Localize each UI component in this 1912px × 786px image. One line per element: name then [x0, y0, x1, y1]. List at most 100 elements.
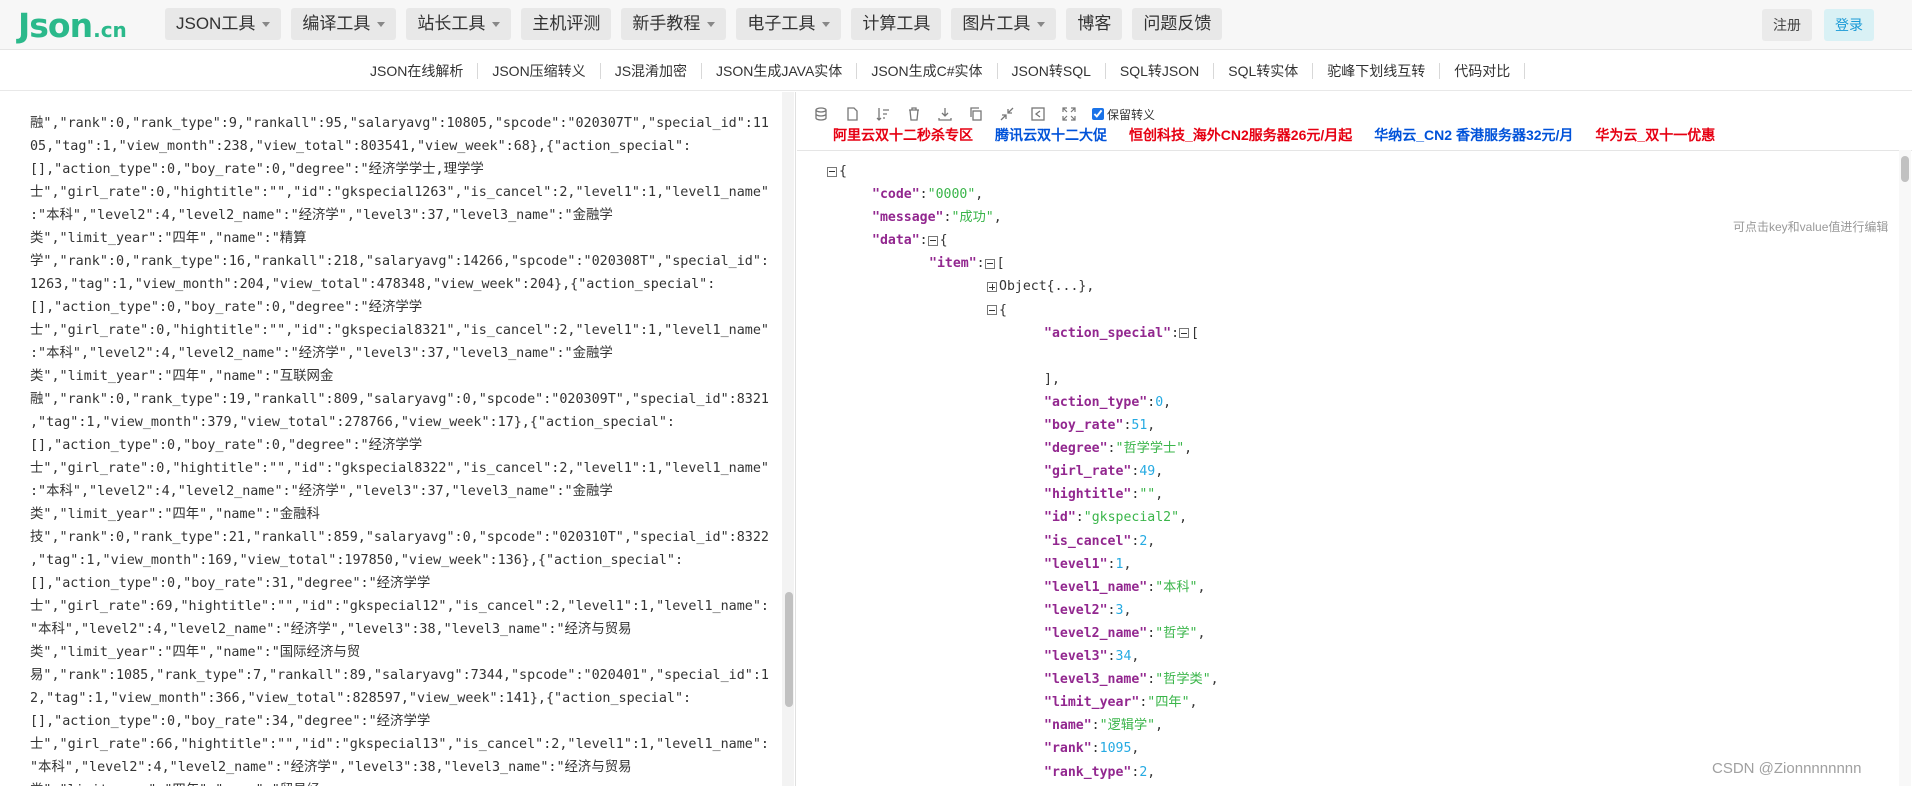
tree-key[interactable]: rank [1052, 737, 1084, 760]
tree-value[interactable]: 四年 [1155, 691, 1181, 714]
raw-json-line: 士","girl_rate":0,"hightitle":"","id":"gk… [30, 323, 769, 338]
ad-link[interactable]: 华为云_双十一优惠 [1595, 126, 1715, 144]
tree-value[interactable]: 3 [1116, 599, 1124, 622]
ad-link[interactable]: 阿里云双十二秒杀专区 [833, 126, 973, 144]
database-icon[interactable] [813, 106, 829, 122]
collapsed-object[interactable]: Object{...} [999, 275, 1086, 298]
trash-icon[interactable] [906, 106, 922, 122]
compress-icon[interactable] [999, 106, 1015, 122]
tree-value[interactable]: 1 [1116, 553, 1124, 576]
tree-value[interactable]: 逻辑学 [1108, 714, 1148, 737]
sort-icon[interactable] [875, 106, 891, 122]
tree-key[interactable]: is_cancel [1052, 530, 1123, 553]
nav-item[interactable]: 图片工具 [951, 8, 1057, 40]
nav-item[interactable]: JSON工具 [165, 8, 282, 40]
register-button[interactable]: 注册 [1762, 9, 1812, 41]
tree-key[interactable]: level1 [1052, 553, 1100, 576]
subnav-link[interactable]: JSON生成JAVA实体 [702, 63, 858, 79]
subnav-link[interactable]: JSON转SQL [998, 63, 1106, 79]
subnav-link[interactable]: SQL转JSON [1106, 63, 1215, 79]
tree-value[interactable]: 0000 [936, 183, 968, 206]
tree-key[interactable]: name [1052, 714, 1084, 737]
tree-value[interactable]: 2 [1139, 530, 1147, 553]
tree-key[interactable]: level2_name [1052, 622, 1139, 645]
tree-value[interactable]: 1095 [1100, 737, 1132, 760]
tree-value[interactable]: 34 [1116, 645, 1132, 668]
login-button[interactable]: 登录 [1824, 9, 1874, 41]
collapse-icon[interactable] [927, 235, 938, 246]
tree-key[interactable]: girl_rate [1052, 460, 1123, 483]
punctuation: , [1147, 533, 1156, 549]
tree-value[interactable]: 49 [1139, 460, 1155, 483]
subnav-link[interactable]: 代码对比 [1440, 63, 1526, 79]
site-logo[interactable]: Json .cn [18, 6, 127, 45]
fullscreen-icon[interactable] [1061, 106, 1077, 122]
keep-escape-checkbox[interactable] [1092, 108, 1104, 120]
subnav-link[interactable]: JSON在线解析 [356, 63, 479, 79]
tree-value[interactable]: 哲学类 [1163, 668, 1203, 691]
tree-value[interactable]: 0 [1155, 391, 1163, 414]
tree-value[interactable]: gkspecial2 [1092, 506, 1171, 529]
tree-key[interactable]: level3_name [1052, 668, 1139, 691]
tree-key[interactable]: action_special [1052, 322, 1163, 345]
ad-link[interactable]: 恒创科技_海外CN2服务器26元/月起 [1129, 126, 1352, 144]
subnav-link[interactable]: JS混淆加密 [601, 63, 703, 79]
nav-item[interactable]: 电子工具 [736, 8, 842, 40]
tree-key[interactable]: id [1052, 506, 1068, 529]
collapse-icon[interactable] [984, 258, 995, 269]
nav-item[interactable]: 问题反馈 [1132, 8, 1223, 40]
file-icon[interactable] [844, 106, 860, 122]
keep-escape-toggle[interactable]: 保留转义 [1092, 106, 1155, 123]
punctuation: { [939, 233, 948, 249]
nav-item[interactable]: 新手教程 [621, 8, 727, 40]
nav-item[interactable]: 站长工具 [406, 8, 512, 40]
tree-key[interactable]: code [880, 183, 912, 206]
punctuation: " [1044, 579, 1052, 595]
tree-key[interactable]: rank_type [1052, 761, 1123, 784]
punctuation: " [1147, 718, 1156, 734]
tree-value[interactable]: 成功 [959, 206, 985, 229]
punctuation: " [929, 256, 937, 272]
punctuation: , [1197, 579, 1206, 595]
tree-value[interactable]: 哲学 [1163, 622, 1189, 645]
subnav-link[interactable]: 驼峰下划线互转 [1313, 63, 1441, 79]
punctuation: : [1131, 464, 1140, 480]
punctuation: " [872, 210, 880, 226]
tree-value[interactable]: 51 [1131, 414, 1147, 437]
collapse-icon[interactable] [1179, 328, 1190, 339]
tree-value[interactable]: 2 [1139, 761, 1147, 784]
tree-key[interactable]: item [937, 252, 969, 275]
tree-value[interactable]: 本科 [1163, 576, 1189, 599]
collapse-icon[interactable] [827, 166, 837, 177]
subnav-link[interactable]: JSON压缩转义 [478, 63, 601, 79]
nav-item[interactable]: 主机评测 [521, 8, 612, 40]
raw-json-text[interactable]: 融","rank":0,"rank_type":9,"rankall":95,"… [30, 112, 770, 786]
raw-json-editor[interactable]: 融","rank":0,"rank_type":9,"rankall":95,"… [0, 92, 796, 786]
right-scrollbar-thumb[interactable] [1901, 156, 1909, 182]
tree-key[interactable]: boy_rate [1052, 414, 1116, 437]
tree-value[interactable]: 哲学学士 [1123, 437, 1176, 460]
share-icon[interactable] [1030, 106, 1046, 122]
tree-key[interactable]: message [880, 206, 936, 229]
tree-key[interactable]: level1_name [1052, 576, 1139, 599]
left-scrollbar-thumb[interactable] [785, 592, 793, 707]
tree-key[interactable]: degree [1052, 437, 1100, 460]
expand-icon[interactable] [987, 282, 997, 292]
subnav-link[interactable]: JSON生成C#实体 [857, 63, 998, 79]
ad-link[interactable]: 腾讯云双十二大促 [995, 126, 1107, 144]
download-icon[interactable] [937, 106, 953, 122]
tree-key[interactable]: limit_year [1052, 691, 1131, 714]
tree-key[interactable]: action_type [1052, 391, 1139, 414]
tree-key[interactable]: level2 [1052, 599, 1100, 622]
collapse-icon[interactable] [987, 305, 997, 316]
nav-item[interactable]: 博客 [1066, 8, 1123, 40]
copy-icon[interactable] [968, 106, 984, 122]
nav-item[interactable]: 编译工具 [291, 8, 397, 40]
tree-key[interactable]: hightitle [1052, 483, 1123, 506]
subnav-link[interactable]: SQL转实体 [1214, 63, 1314, 79]
nav-item[interactable]: 计算工具 [851, 8, 942, 40]
tree-key[interactable]: level3 [1052, 645, 1100, 668]
ad-link[interactable]: 华纳云_CN2 香港服务器32元/月 [1374, 126, 1573, 144]
right-scrollbar-track[interactable] [1899, 150, 1911, 786]
tree-key[interactable]: data [880, 229, 912, 252]
